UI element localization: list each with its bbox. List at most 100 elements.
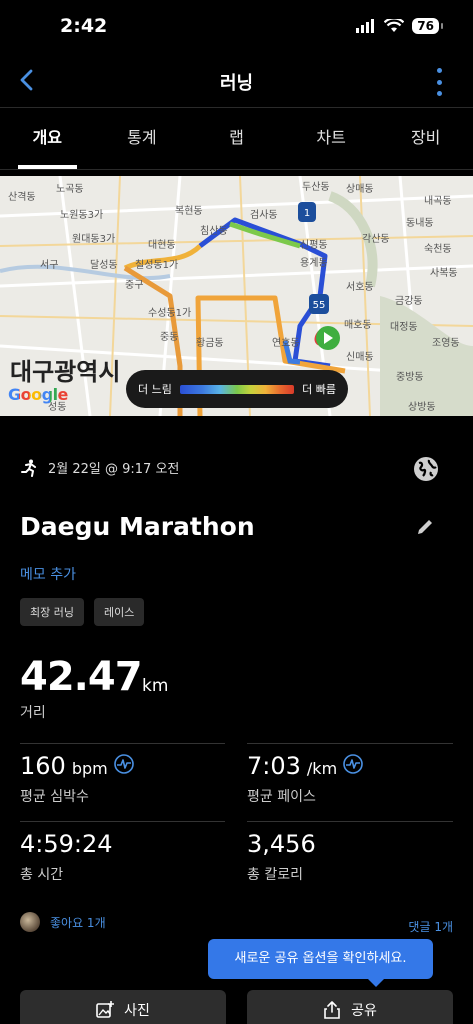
nav-bar: 러닝 [0,56,473,108]
share-button[interactable]: 공유 [247,990,453,1024]
stat-value: 160 [20,752,66,780]
map-label: 조영동 [432,338,460,349]
map-label: 달성동 [90,260,118,271]
photo-button[interactable]: 사진 [20,990,226,1024]
activity-date-row: 2월 22일 @ 9:17 오전 [20,458,179,477]
tag-chip[interactable]: 레이스 [93,598,145,626]
map-label: 신매동 [346,352,374,363]
activity-details: 2월 22일 @ 9:17 오전 Daegu Marathon 메모 추가 최장… [0,416,473,1024]
wifi-icon [384,19,405,32]
map-label: 중동 [160,332,179,343]
pace-gradient-bar [179,384,295,394]
globe-icon[interactable] [413,456,439,482]
tab-stats[interactable]: 통계 [95,108,190,169]
pace-legend: 더 느림 더 빠름 [126,370,348,408]
map-label: 내곡동 [424,196,452,207]
distance-unit: km [142,676,169,696]
photo-button-label: 사진 [124,1003,150,1019]
tag-chip[interactable]: 최장 러닝 [20,598,84,626]
status-bar: 2:42 76 [0,0,473,56]
share-tooltip[interactable]: 새로운 공유 옵션을 확인하세요. [208,939,433,987]
map-label: 대정동 [390,322,418,333]
stat-unit: /km [306,759,338,778]
tab-bar: 개요 통계 랩 차트 장비 [0,108,473,170]
stat-total-time: 4:59:24 총 시간 [20,830,113,884]
highway-1-shield: 1 [298,202,316,222]
start-marker-icon [316,326,340,350]
add-photo-icon [96,1001,115,1018]
stat-avg-pace: 7:03 /km 평균 페이스 [247,752,363,806]
divider [20,743,225,744]
distance-label: 거리 [20,705,46,721]
more-icon[interactable] [437,68,445,96]
status-icons: 76 [356,18,443,34]
stat-value: 7:03 [247,752,301,780]
comments-link[interactable]: 댓글 1개 [408,918,453,935]
divider [247,821,453,822]
share-icon [324,1001,340,1019]
divider [20,821,225,822]
stat-label: 총 칼로리 [247,867,303,883]
status-time: 2:42 [60,15,108,37]
highway-55-shield: 55 [309,294,329,314]
tab-charts[interactable]: 차트 [284,108,379,169]
add-memo-link[interactable]: 메모 추가 [20,564,76,584]
tab-gear[interactable]: 장비 [378,108,473,169]
map-label: 원대동3가 [72,234,116,245]
stat-avg-heart-rate: 160 bpm 평균 심박수 [20,752,134,806]
map-label: 수성동1가 [148,308,192,319]
page-title: 러닝 [219,73,254,94]
map-label: 서구 [40,260,59,271]
map-label: 숙천동 [424,244,452,255]
tab-laps[interactable]: 랩 [189,108,284,169]
map-label: 용계동 [300,258,328,269]
map-label: 검사동 [250,210,278,221]
signal-icon [356,19,375,33]
map-label: 동내동 [406,218,434,229]
map-label: 산격동 [8,192,36,203]
battery-indicator: 76 [412,18,443,34]
stat-value: 4:59:24 [20,830,113,858]
map-city-label: 대구광역시 [10,358,121,386]
tag-chips: 최장 러닝 레이스 [20,598,145,626]
likes-count[interactable]: 좋아요 1개 [50,914,106,931]
map-label: 노원동3가 [60,210,104,221]
likes-row[interactable]: 좋아요 1개 [20,912,106,932]
share-button-label: 공유 [351,1003,377,1019]
divider [247,743,453,744]
map-label: 연호동 [272,338,300,349]
highway-55-label: 55 [313,300,326,311]
highway-1-label: 1 [304,208,310,219]
legend-slow-label: 더 느림 [138,383,172,396]
tab-overview[interactable]: 개요 [0,108,95,169]
heart-rate-icon[interactable] [113,754,134,774]
map-label: 두산동 [302,182,330,193]
map-label: 황금동 [196,338,224,349]
map-label: 칠성동1가 [135,260,179,271]
map-label: 서호동 [346,282,374,293]
route-map[interactable]: 1 55 노곡동 노원동3가 복현동 침산동 원대동3가 대현동 달성동 칠성동… [0,176,473,416]
map-label: 상방동 [408,402,436,413]
map-label: 상매동 [346,184,374,195]
stat-label: 평균 페이스 [247,789,316,805]
stat-label: 총 시간 [20,867,64,883]
map-label: 매호동 [344,320,372,331]
activity-title: Daegu Marathon [20,512,255,541]
edit-icon[interactable] [415,517,435,537]
runner-icon [21,459,36,477]
stat-label: 평균 심박수 [20,789,89,805]
avatar [20,912,40,932]
map-label: 복현동 [175,206,203,217]
activity-date: 2월 22일 @ 9:17 오전 [48,462,180,477]
legend-fast-label: 더 빠름 [302,383,336,396]
map-label: 각산동 [362,234,390,245]
map-label: 중방동 [396,372,424,383]
map-label: 신평동 [300,240,328,251]
stat-total-calories: 3,456 총 칼로리 [247,830,316,884]
pace-chart-icon[interactable] [343,754,363,774]
distance-value: 42.47 [20,654,143,700]
google-logo: Google [8,385,68,404]
map-label: 중구 [125,280,144,291]
map-label: 금강동 [395,296,423,307]
map-label: 사복동 [430,268,458,279]
